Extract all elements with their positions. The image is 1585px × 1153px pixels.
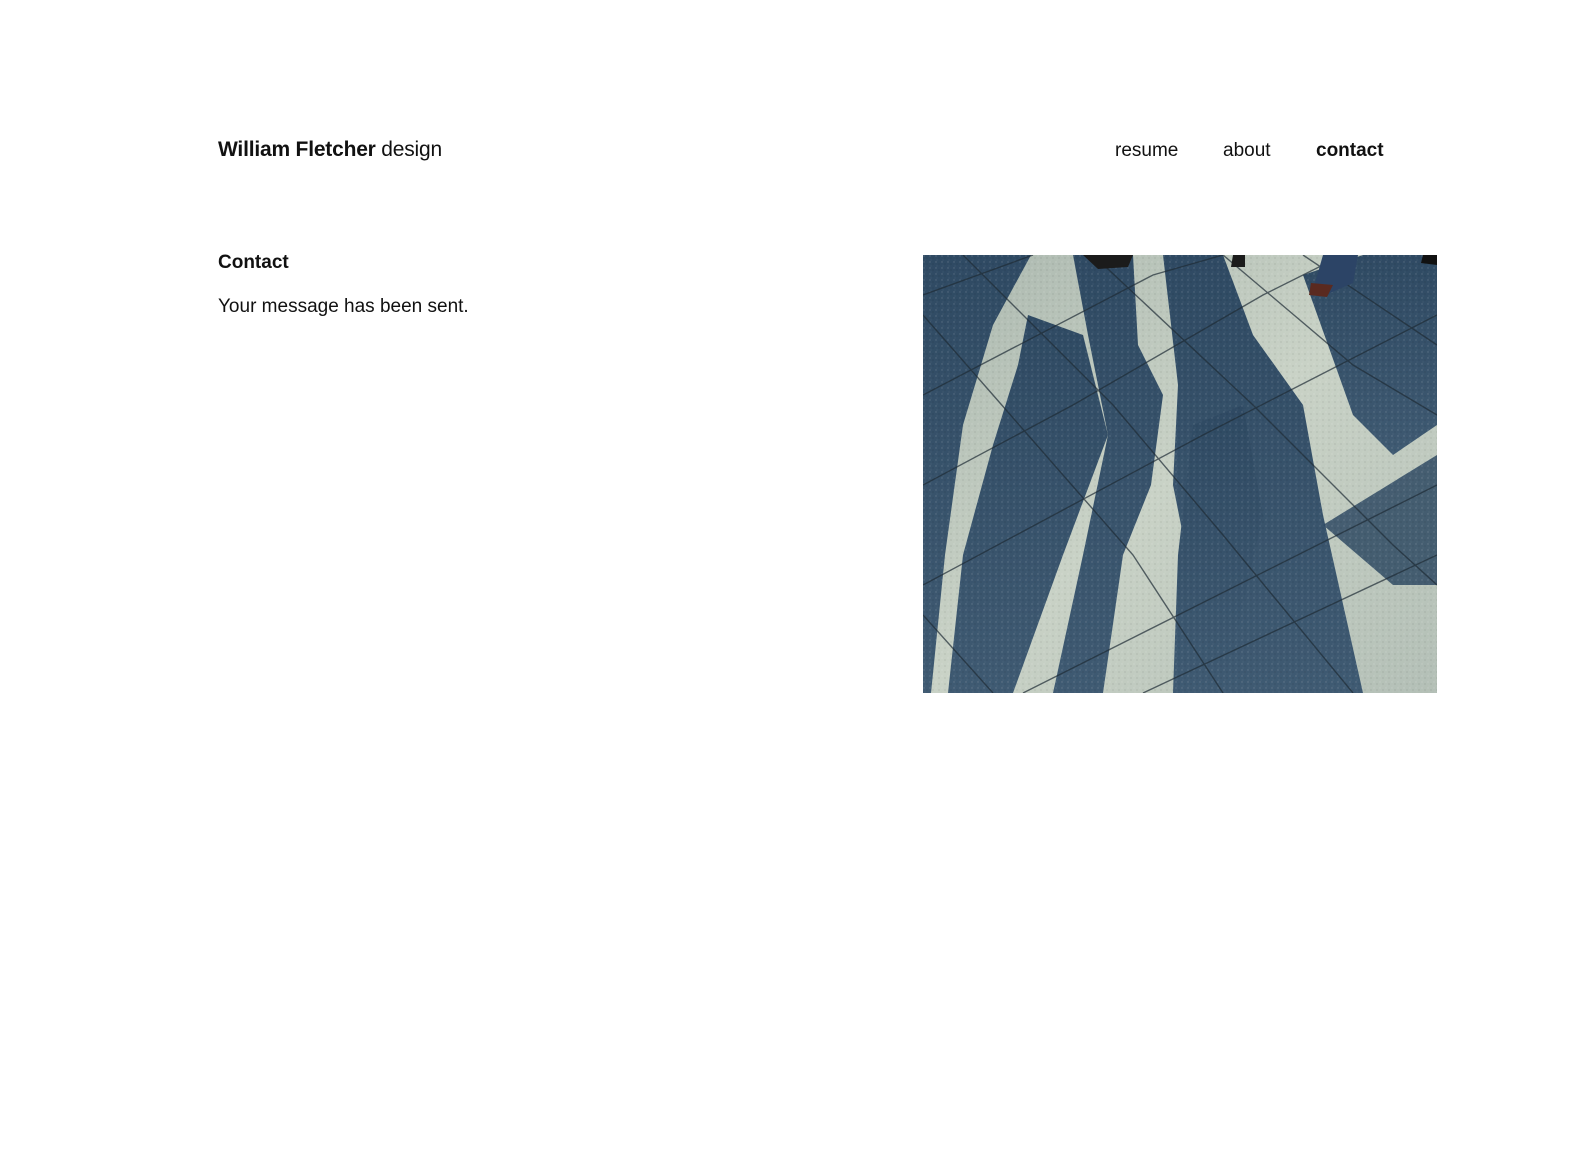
nav-link-about[interactable]: about [1223,138,1271,164]
confirmation-message: Your message has been sent. [218,296,469,317]
nav-link-contact[interactable]: contact [1316,138,1384,164]
nav-link-resume[interactable]: resume [1115,138,1178,164]
shadows-on-pavement-photo [923,255,1437,693]
main-nav: resume about contact [0,138,1585,166]
page-title: Contact [218,252,289,273]
